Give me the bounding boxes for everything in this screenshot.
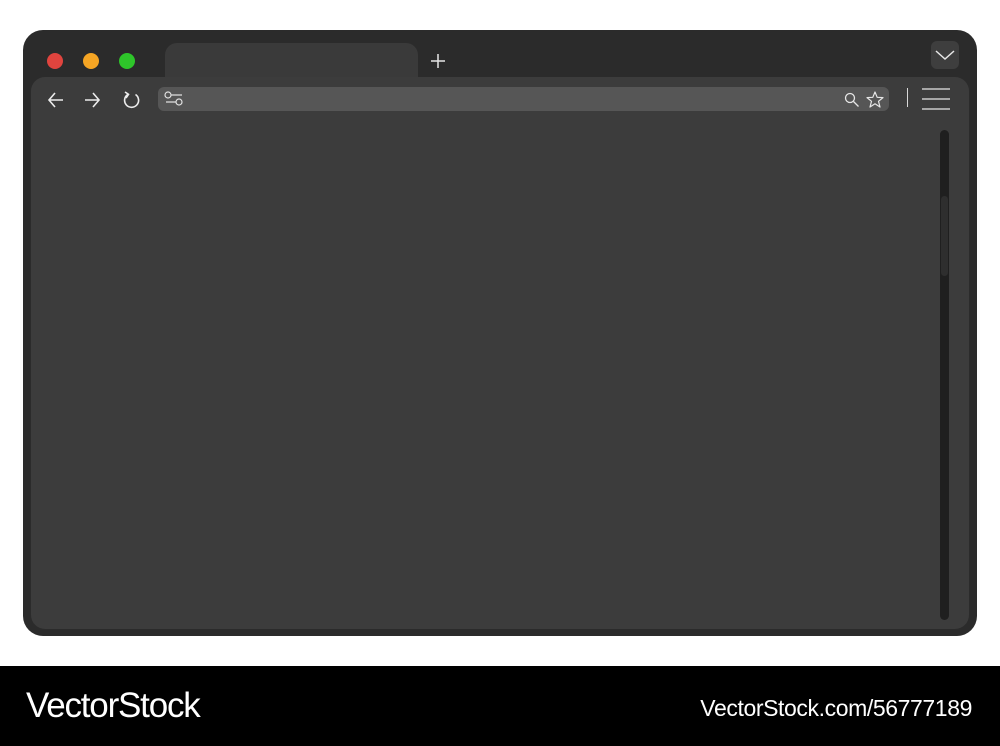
scrollbar-track[interactable] [940,130,949,620]
close-window-button[interactable] [47,53,63,69]
back-button[interactable] [45,89,67,111]
chevron-down-icon [935,50,955,61]
address-bar[interactable] [158,87,889,111]
menu-button[interactable] [921,87,951,111]
scrollbar-thumb[interactable] [941,196,948,276]
plus-icon [431,54,445,68]
site-settings-icon[interactable] [164,91,184,107]
reload-button[interactable] [121,89,143,111]
reload-icon [123,91,140,109]
maximize-window-button[interactable] [119,53,135,69]
minimize-window-button[interactable] [83,53,99,69]
browser-content-panel [31,77,969,629]
forward-button[interactable] [81,89,103,111]
hamburger-menu-icon [922,88,950,110]
star-icon[interactable] [866,91,884,108]
arrow-right-icon [85,92,101,108]
toolbar-divider [907,88,908,107]
search-icon[interactable] [844,92,860,108]
watermark-brand: VectorStock [26,686,201,725]
url-input[interactable] [188,87,828,111]
watermark-image-id: VectorStock.com/56777189 [700,695,972,721]
tabs-dropdown-button[interactable] [931,41,959,69]
browser-window [23,30,977,636]
arrow-left-icon [47,92,63,108]
new-tab-button[interactable] [428,51,448,71]
page: VectorStock VectorStock.com/56777189 [0,0,1000,746]
watermark-footer: VectorStock VectorStock.com/56777189 [0,666,1000,746]
